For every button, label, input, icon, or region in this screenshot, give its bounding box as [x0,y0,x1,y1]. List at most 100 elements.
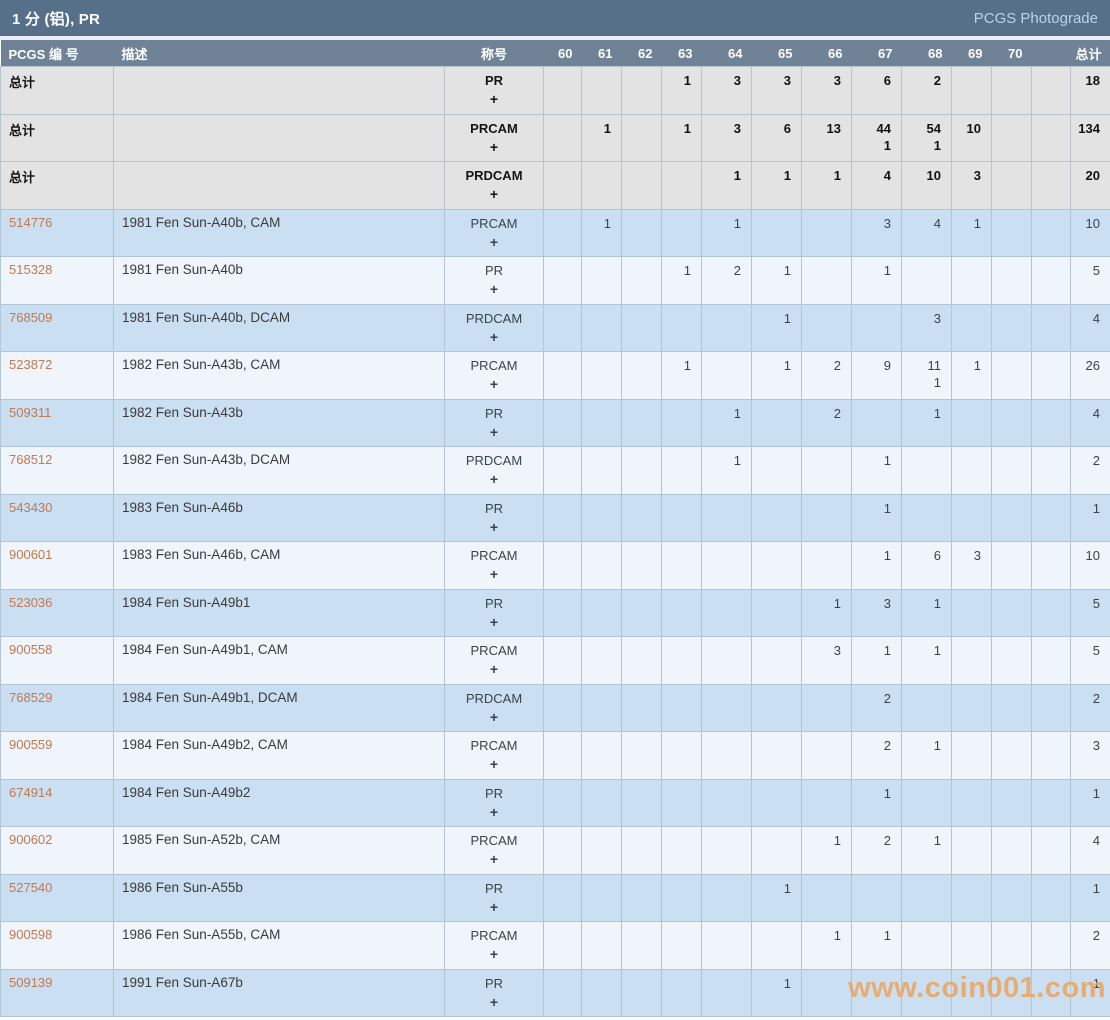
pcgs-number-link[interactable]: 527540 [9,880,52,895]
grade-63-count-cell [661,588,702,637]
col-header-grade-65: 65 [751,40,802,67]
pcgs-number-link[interactable]: 900601 [9,547,52,562]
grade-68-count-cell: 4 [901,208,952,257]
grade-60-count-cell [543,493,582,542]
designation-cell: PRDCAM + [444,683,544,732]
pcgs-number-link[interactable]: 543430 [9,500,52,515]
grade-64-count-cell [701,968,752,1017]
designation-plus: + [489,803,499,820]
spacer-cell [1031,303,1071,352]
pcgs-number-link[interactable]: 900559 [9,737,52,752]
grade-65-count-cell: 1 [751,161,802,210]
pcgs-number-link[interactable]: 514776 [9,215,52,230]
designation-cell: PR + [444,256,544,305]
grade-70-count-cell [991,303,1032,352]
grade-70-count-cell [991,921,1032,970]
grade-70-count-cell [991,636,1032,685]
grade-61-count-cell [581,351,622,400]
table-row: 900598 1986 Fen Sun-A55b, CAM PRCAM +1 1 2 [0,921,1110,970]
designation-label: PR [484,263,504,278]
col-header-grade-66: 66 [801,40,852,67]
pcgs-number-link[interactable]: 523872 [9,357,52,372]
grade-62-count-cell [621,208,662,257]
pcgs-number-link[interactable]: 768512 [9,452,52,467]
grade-61-count-cell [581,66,622,115]
pcgs-number-link[interactable]: 674914 [9,785,52,800]
row-total-label: 总计 [9,170,36,185]
designation-plus: + [489,376,499,392]
col-header-grade-60: 60 [543,40,582,67]
grade-66-count-cell: 3 [801,66,852,115]
grade-60-count-cell [543,446,582,495]
grade-64-count-cell: 2 [701,256,752,305]
designation-plus: + [489,661,499,677]
grade-68-count-cell: 1 [901,398,952,447]
description-cell: 1986 Fen Sun-A55b, CAM [113,921,445,970]
designation-plus: + [489,708,499,725]
pcgs-number-link[interactable]: 509139 [9,975,52,990]
population-table: PCGS 编 号 描述 称号 60 61 62 63 64 65 66 67 68 69 70 总计… [0,40,1110,1017]
designation-cell: PRDCAM + [444,161,544,210]
pcgs-number-link[interactable]: 515328 [9,262,52,277]
grade-66-count-cell: 3 [801,636,852,685]
grade-69-count-cell [951,446,992,495]
grade-70-count-cell [991,398,1032,447]
grade-64-count-cell [701,731,752,780]
designation-cell: PRCAM + [444,921,544,970]
row-total-count-cell: 5 [1070,256,1110,305]
grade-67-count-cell [851,398,902,447]
designation-cell: PRCAM + [444,636,544,685]
designation-cell: PR + [444,968,544,1017]
grade-60-count-cell [543,968,582,1017]
grade-66-count-cell [801,683,852,732]
pcgs-number-link[interactable]: 509311 [9,405,51,420]
pcgs-number-cell: 543430 [0,493,114,542]
pcgs-number-link[interactable]: 900558 [9,642,52,657]
row-total-count-cell: 3 [1070,731,1110,780]
grade-64-count-cell [701,541,752,590]
grade-65-count-cell [751,588,802,637]
pcgs-number-link[interactable]: 768509 [9,310,52,325]
grade-70-count-cell [991,778,1032,827]
table-row: 523036 1984 Fen Sun-A49b1 PR +1 3 1 5 [0,588,1110,637]
grade-64-count-cell: 1 [701,446,752,495]
grade-67-count-cell: 9 [851,351,902,400]
pcgs-number-cell: 514776 [0,208,114,257]
grade-67-count-cell: 4 [851,161,902,210]
designation-plus: + [489,946,499,962]
pcgs-number-link[interactable]: 900598 [9,927,52,942]
designation-plus: + [489,91,499,107]
grade-60-count-cell [543,351,582,400]
col-header-grade-64: 64 [701,40,752,67]
grade-67-count-cell: 3 [851,208,902,257]
grade-65-count-cell: 1 [751,873,802,922]
pcgs-number-cell: 768529 [0,683,114,732]
description-cell: 1984 Fen Sun-A49b1 [113,588,445,637]
grade-60-count-cell [543,588,582,637]
grade-66-count-cell: 1 [801,921,852,970]
designation-label: PRCAM [470,215,518,231]
pcgs-number-link[interactable]: 768529 [9,690,52,705]
grade-66-count-cell: 2 [801,351,852,400]
grade-68-count-cell: 54 1 [901,113,952,162]
photograde-link[interactable]: PCGS Photograde [974,10,1098,27]
grade-60-count-cell [543,256,582,305]
grade-63-count-cell [661,636,702,685]
grade-63-count-cell [661,968,702,1017]
designation-plus: + [489,613,499,630]
description-cell: 1983 Fen Sun-A46b [113,493,445,542]
description-cell: 1985 Fen Sun-A52b, CAM [113,826,445,875]
grade-64-count-cell [701,826,752,875]
description-cell: 1986 Fen Sun-A55b [113,873,445,922]
grade-68-count-cell: 1 [901,826,952,875]
grade-68-count-cell [901,446,952,495]
pcgs-number-link[interactable]: 900602 [9,832,52,847]
pcgs-number-link[interactable]: 523036 [9,595,52,610]
pcgs-number-cell: 900559 [0,731,114,780]
designation-label: PRCAM [470,928,518,943]
grade-65-count-cell: 6 [751,113,802,162]
grade-61-count-cell: 1 [581,208,622,257]
grade-67-count-cell: 44 1 [851,113,902,162]
grade-69-count-cell [951,921,992,970]
grade-70-count-cell [991,208,1032,257]
